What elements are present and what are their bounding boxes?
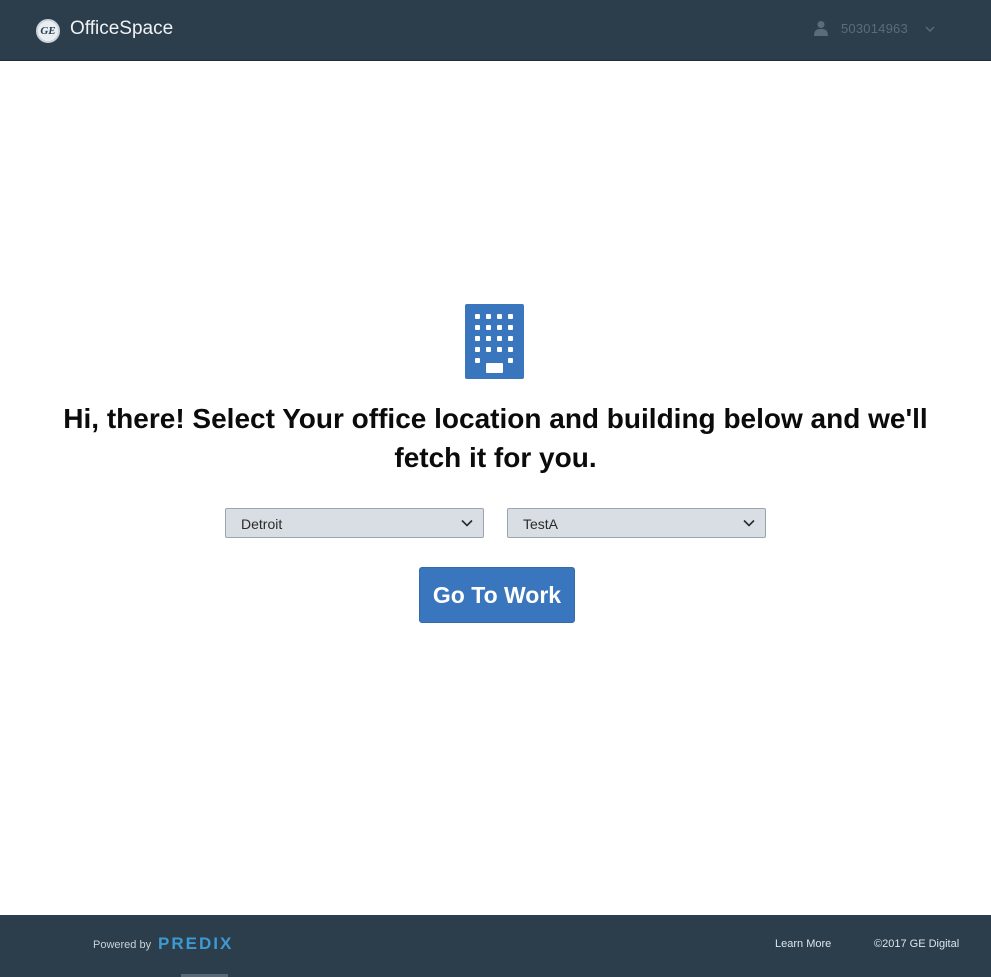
user-menu[interactable]: 503014963 (814, 20, 935, 36)
location-select-value: Detroit (241, 516, 283, 532)
footer: Powered by PREDIX Learn More ©2017 GE Di… (0, 915, 991, 977)
page-headline: Hi, there! Select Your office location a… (63, 403, 928, 473)
powered-by-label: Powered by (93, 939, 152, 951)
location-select[interactable]: Detroit (225, 508, 484, 538)
chevron-down-icon (461, 519, 473, 527)
app-title[interactable]: OfficeSpace (70, 18, 173, 40)
learn-more-link[interactable]: Learn More (775, 938, 831, 950)
chevron-down-icon (743, 519, 755, 527)
user-icon (814, 21, 828, 36)
top-header: GE OfficeSpace 503014963 (0, 0, 991, 61)
building-select-value: TestA (523, 516, 559, 532)
predix-logo[interactable]: PREDIX (158, 934, 233, 954)
chevron-down-icon[interactable] (925, 26, 935, 32)
copyright-text: ©2017 GE Digital (874, 938, 960, 950)
building-select[interactable]: TestA (507, 508, 766, 538)
user-name[interactable]: 503014963 (841, 21, 908, 36)
building-icon (465, 304, 524, 379)
app-root: GE OfficeSpace 503014963 Hi, there! Sele… (0, 0, 991, 977)
ge-logo-icon[interactable]: GE (36, 19, 60, 43)
go-to-work-button[interactable]: Go To Work (419, 567, 575, 623)
